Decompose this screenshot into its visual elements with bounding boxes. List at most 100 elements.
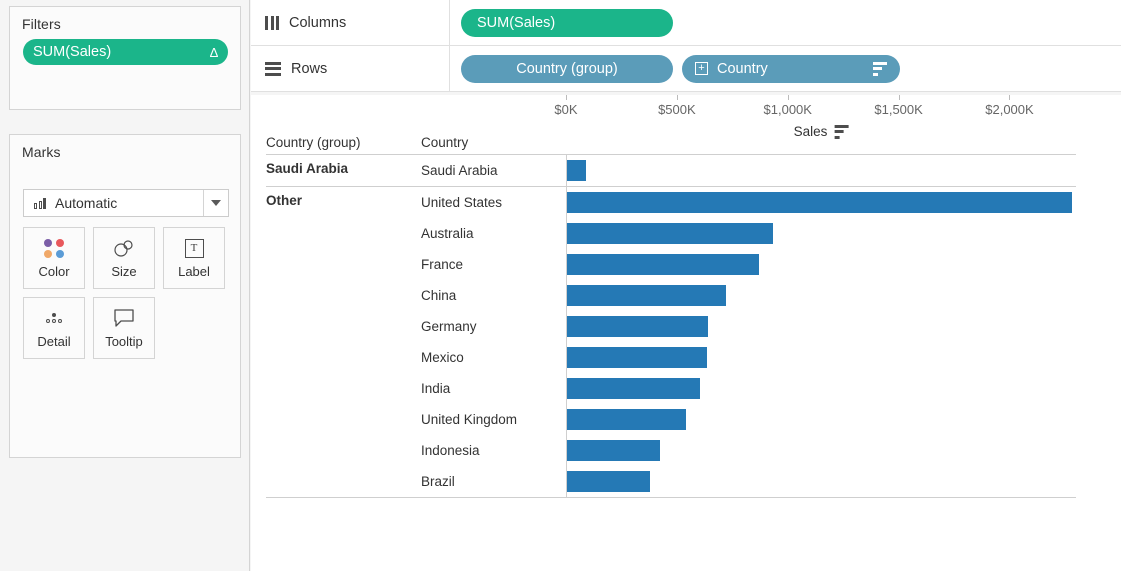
row-category-label[interactable]: Saudi Arabia: [421, 163, 566, 178]
bar-mark[interactable]: [567, 285, 727, 306]
mark-button-color-label: Color: [38, 264, 70, 279]
tableau-worksheet: Filters SUM(Sales) ∆ Marks Automatic Col…: [0, 0, 1121, 571]
header-country: Country: [421, 135, 469, 150]
chart-row: Indonesia: [421, 435, 1076, 466]
color-dots-icon: [43, 237, 65, 259]
row-category-label[interactable]: United Kingdom: [421, 412, 566, 427]
mark-button-label-label: Label: [178, 264, 210, 279]
chart-row: Germany: [421, 311, 1076, 342]
chart-row: United Kingdom: [421, 404, 1076, 435]
chart-grid: Saudi Arabia Saudi Arabia Other United Stat…: [266, 154, 1076, 498]
header-country-group: Country (group): [266, 135, 361, 150]
chart-row: China: [421, 280, 1076, 311]
row-plot-area: [566, 466, 1076, 497]
bar-mark[interactable]: [567, 192, 1072, 213]
columns-shelf-label: Columns: [251, 0, 450, 45]
axis-tick-label: $0K: [554, 102, 578, 117]
delta-icon[interactable]: ∆: [210, 45, 218, 60]
row-category-label[interactable]: India: [421, 381, 566, 396]
mark-button-size[interactable]: Size: [93, 227, 155, 289]
mark-button-tooltip[interactable]: Tooltip: [93, 297, 155, 359]
row-plot-area: [566, 404, 1076, 435]
x-axis: Sales $0K $500K $1,000K $1,500K $2,000K: [554, 95, 1076, 141]
row-plot-area: [566, 373, 1076, 404]
pill-country-label: Country: [717, 60, 768, 77]
rows-shelf-label: Rows: [251, 46, 450, 91]
vertical-scrollbar[interactable]: [1107, 195, 1117, 555]
bar-mark[interactable]: [567, 223, 773, 244]
axis-tick-label: $1,000K: [763, 102, 812, 117]
pill-sum-sales[interactable]: SUM(Sales): [461, 8, 673, 37]
row-group-label[interactable]: Saudi Arabia: [266, 155, 421, 186]
label-text-icon: T: [184, 237, 204, 259]
mark-button-color[interactable]: Color: [23, 227, 85, 289]
rows-shelf-pills: Country (group) + Country: [450, 54, 900, 83]
row-category-label[interactable]: Brazil: [421, 474, 566, 489]
bar-mark[interactable]: [567, 160, 587, 181]
filter-pill-sum-sales[interactable]: SUM(Sales) ∆: [23, 39, 228, 65]
pill-sum-sales-label: SUM(Sales): [477, 14, 556, 31]
axis-title-text: Sales: [793, 124, 828, 139]
rows-shelf[interactable]: Rows Country (group) + Country: [251, 46, 1121, 92]
filters-title: Filters: [22, 16, 61, 32]
marks-type-dropdown[interactable]: Automatic: [23, 189, 229, 217]
viz-pane: Country (group) Country Saudi Arabia Saud…: [251, 95, 1121, 571]
pill-country[interactable]: + Country: [682, 54, 900, 83]
axis-tick: [787, 95, 789, 100]
bar-mark[interactable]: [567, 378, 701, 399]
plus-box-icon[interactable]: +: [695, 62, 708, 75]
row-plot-area: [566, 435, 1076, 466]
chart-row: Brazil: [421, 466, 1076, 497]
chart-row: Australia: [421, 218, 1076, 249]
mark-button-label[interactable]: T Label: [163, 227, 225, 289]
chart-row: United States: [421, 187, 1076, 218]
bar-mark[interactable]: [567, 471, 650, 492]
bar-mark[interactable]: [567, 440, 660, 461]
row-category-label[interactable]: Indonesia: [421, 443, 566, 458]
pane-band: Other United States Australia France China Ge…: [266, 187, 1076, 497]
rows-icon: [265, 61, 281, 76]
bar-mark[interactable]: [567, 316, 709, 337]
bar-mark[interactable]: [567, 347, 708, 368]
chart-row: France: [421, 249, 1076, 280]
detail-dots-icon: [46, 307, 62, 329]
row-group-rows: United States Australia France China Germany…: [421, 187, 1076, 497]
columns-label-text: Columns: [289, 14, 347, 31]
axis-tick-label: $500K: [658, 102, 696, 117]
axis-sort-icon[interactable]: [834, 124, 849, 139]
axis-title: Sales: [794, 124, 849, 139]
shelf-area: Columns SUM(Sales) Rows Country (group) …: [251, 0, 1121, 92]
mark-button-detail[interactable]: Detail: [23, 297, 85, 359]
pill-country-group[interactable]: Country (group): [461, 54, 673, 83]
row-category-label[interactable]: Mexico: [421, 350, 566, 365]
pill-country-group-label: Country (group): [516, 60, 618, 77]
row-category-label[interactable]: China: [421, 288, 566, 303]
axis-tick: [1009, 95, 1011, 100]
row-group-rows: Saudi Arabia: [421, 155, 1076, 186]
row-category-label[interactable]: Australia: [421, 226, 566, 241]
bar-mark[interactable]: [567, 409, 686, 430]
row-plot-area: [566, 187, 1076, 218]
sort-icon[interactable]: [873, 61, 887, 76]
filters-card: Filters SUM(Sales) ∆: [9, 6, 241, 110]
row-category-label[interactable]: United States: [421, 195, 566, 210]
columns-icon: [265, 15, 279, 30]
mark-button-size-label: Size: [111, 264, 137, 279]
left-panel: Filters SUM(Sales) ∆ Marks Automatic Col…: [0, 0, 250, 571]
row-category-label[interactable]: France: [421, 257, 566, 272]
axis-tick-label: $1,500K: [874, 102, 923, 117]
row-group-label[interactable]: Other: [266, 187, 421, 497]
marks-buttons: Color Size T Label Detail Tooltip: [23, 227, 233, 359]
columns-shelf[interactable]: Columns SUM(Sales): [251, 0, 1121, 46]
size-circles-icon: [111, 237, 137, 259]
row-plot-area: [566, 218, 1076, 249]
tooltip-bubble-icon: [113, 307, 135, 329]
chevron-down-icon[interactable]: [203, 190, 228, 216]
bar-mark[interactable]: [567, 254, 759, 275]
row-category-label[interactable]: Germany: [421, 319, 566, 334]
bar-mark-icon: [34, 197, 46, 209]
mark-button-tooltip-label: Tooltip: [105, 334, 143, 349]
axis-tick: [676, 95, 678, 100]
marks-card: Marks Automatic Color Size T Label Detai…: [9, 134, 241, 458]
chart-row: Mexico: [421, 342, 1076, 373]
